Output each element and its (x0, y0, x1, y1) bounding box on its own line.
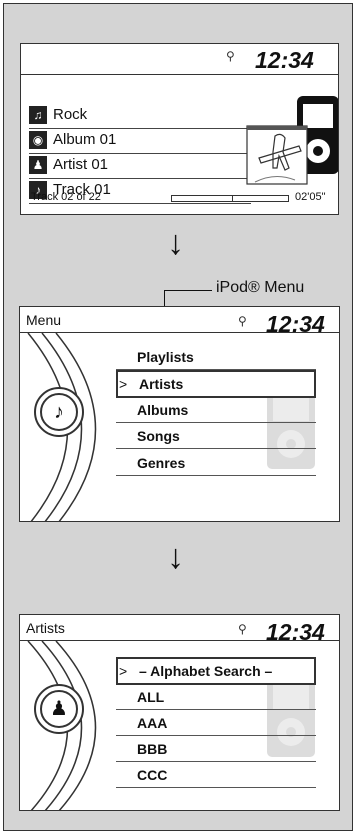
usb-icon: ⚲ (226, 49, 235, 63)
ipod-menu-screen: Menu ⚲ 12:34 ♪ Playlists > Artists Album… (19, 306, 340, 522)
menu-item-label: AAA (137, 715, 168, 731)
usb-icon: ⚲ (238, 622, 247, 636)
album-row: ◉ Album 01 (29, 129, 251, 154)
screen-title: Menu (26, 312, 62, 328)
menu-item-label: – Alphabet Search – (139, 663, 273, 679)
chevron-right-icon: > (119, 376, 128, 392)
menu-item-label: Artists (139, 376, 184, 392)
menu-item-label: Songs (137, 428, 180, 444)
callout-line (164, 290, 212, 291)
clock: 12:34 (255, 47, 314, 73)
progress-bar (171, 195, 289, 202)
guitar-icon: ♫ (29, 106, 47, 124)
artist-row: ♟ Artist 01 (29, 154, 251, 179)
menu-item-label: Genres (137, 455, 186, 471)
menu-item-label: Albums (137, 402, 189, 418)
genre-label: Rock (53, 106, 88, 123)
artist-item-all[interactable]: ALL (116, 685, 316, 710)
menu-item-artists-selected[interactable]: > Artists (116, 370, 316, 398)
menu-item-albums[interactable]: Albums (116, 398, 316, 423)
chevron-right-icon: > (119, 663, 128, 679)
menu-item-label: CCC (137, 767, 168, 783)
music-search-icon: ♪ (34, 387, 84, 437)
genre-row: ♫ Rock (29, 104, 251, 129)
elapsed-time: 02'05" (295, 191, 326, 203)
artist-category-icon: ♟ (34, 684, 84, 734)
clock: 12:34 (266, 311, 325, 337)
clock: 12:34 (266, 619, 325, 645)
menu-item-songs[interactable]: Songs (116, 424, 316, 449)
ipod-menu-callout: iPod® Menu (216, 279, 305, 296)
screen-title: Artists (26, 620, 65, 636)
alphabet-search-item-selected[interactable]: > – Alphabet Search – (116, 657, 316, 685)
menu-item-genres[interactable]: Genres (116, 451, 316, 476)
progress-marker (232, 195, 233, 202)
menu-item-label: Playlists (137, 349, 194, 365)
artist-item-bbb[interactable]: BBB (116, 737, 316, 762)
down-arrow: ↓ (167, 224, 184, 262)
album-icon: ◉ (29, 131, 47, 149)
down-arrow: ↓ (167, 538, 184, 576)
album-art-image (246, 96, 338, 185)
artist-item-ccc[interactable]: CCC (116, 763, 316, 788)
artist-icon: ♟ (29, 156, 47, 174)
artists-screen: Artists ⚲ 12:34 ♟ > – Alphabet Search – … (19, 614, 340, 811)
album-label: Album 01 (53, 131, 117, 148)
now-playing-screen: ⚲ 12:34 ♫ Rock ◉ Album 01 ♟ Artist 01 ♪ … (20, 43, 339, 215)
menu-item-label: ALL (137, 689, 165, 705)
menu-item-label: BBB (137, 741, 168, 757)
menu-item-playlists[interactable]: Playlists (116, 345, 316, 370)
artist-label: Artist 01 (53, 156, 109, 173)
usb-icon: ⚲ (238, 314, 247, 328)
artist-item-aaa[interactable]: AAA (116, 711, 316, 736)
track-position: Track 02 of 22 (31, 191, 101, 203)
status-divider (21, 74, 338, 75)
